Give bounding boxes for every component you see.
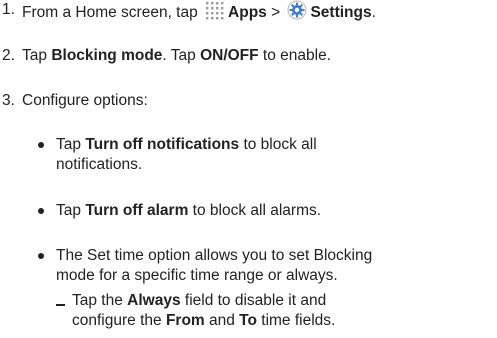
step-1-text: From a Home screen, tap bbox=[22, 4, 203, 21]
option-set-time: The Set time option allows you to set Bl… bbox=[56, 247, 373, 264]
turn-off-notifications-label: Turn off notifications bbox=[85, 136, 240, 153]
from-label: From bbox=[165, 312, 205, 329]
step-1-end: . bbox=[371, 4, 376, 21]
always-label: Always bbox=[127, 292, 181, 309]
turn-off-alarm-label: Turn off alarm bbox=[85, 202, 189, 219]
subitem-text-4: and bbox=[204, 312, 240, 329]
on-off-label: ON/OFF bbox=[200, 47, 259, 64]
step-2-text-2: . Tap bbox=[162, 47, 201, 64]
subitem-line-2: configure the From and To time fields. bbox=[72, 311, 335, 331]
bullet bbox=[38, 208, 44, 214]
subitem-text-3: configure the bbox=[72, 312, 166, 329]
bullet bbox=[38, 142, 44, 148]
instruction-document: 1. From a Home screen, tap Apps > Settin… bbox=[0, 0, 497, 338]
dash-marker bbox=[56, 304, 65, 306]
blocking-mode-label: Blocking mode bbox=[51, 47, 163, 64]
option-2-text-1: Tap bbox=[56, 202, 86, 219]
subitem-always: Tap the Always field to disable it and bbox=[72, 291, 326, 311]
step-1-separator: > bbox=[266, 4, 285, 21]
to-label: To bbox=[239, 312, 257, 329]
option-1-line-2: notifications. bbox=[56, 156, 143, 173]
option-1-text-2: to block all bbox=[239, 136, 317, 153]
apps-label: Apps bbox=[228, 4, 267, 21]
option-turn-off-notifications: Tap Turn off notifications to block all bbox=[56, 135, 317, 155]
subitem-text-2: field to disable it and bbox=[180, 292, 327, 309]
settings-gear-icon bbox=[287, 0, 307, 20]
option-3-line-2: mode for a specific time range or always… bbox=[56, 267, 338, 284]
step-3-number: 3. bbox=[2, 92, 15, 109]
step-2-number: 2. bbox=[2, 47, 15, 64]
step-2-text-3: to enable. bbox=[258, 47, 332, 64]
option-turn-off-alarm: Tap Turn off alarm to block all alarms. bbox=[56, 201, 321, 221]
settings-label: Settings bbox=[310, 4, 372, 21]
option-2-text-2: to block all alarms. bbox=[188, 202, 322, 219]
step-1-number: 1. bbox=[2, 1, 15, 18]
apps-grid-icon bbox=[205, 0, 225, 20]
subitem-text-5: time fields. bbox=[256, 312, 336, 329]
step-2-text-1: Tap bbox=[22, 47, 52, 64]
subitem-text-1: Tap the bbox=[72, 292, 128, 309]
bullet bbox=[38, 253, 44, 259]
step-3-text: Configure options: bbox=[22, 92, 148, 109]
option-1-text-1: Tap bbox=[56, 136, 86, 153]
